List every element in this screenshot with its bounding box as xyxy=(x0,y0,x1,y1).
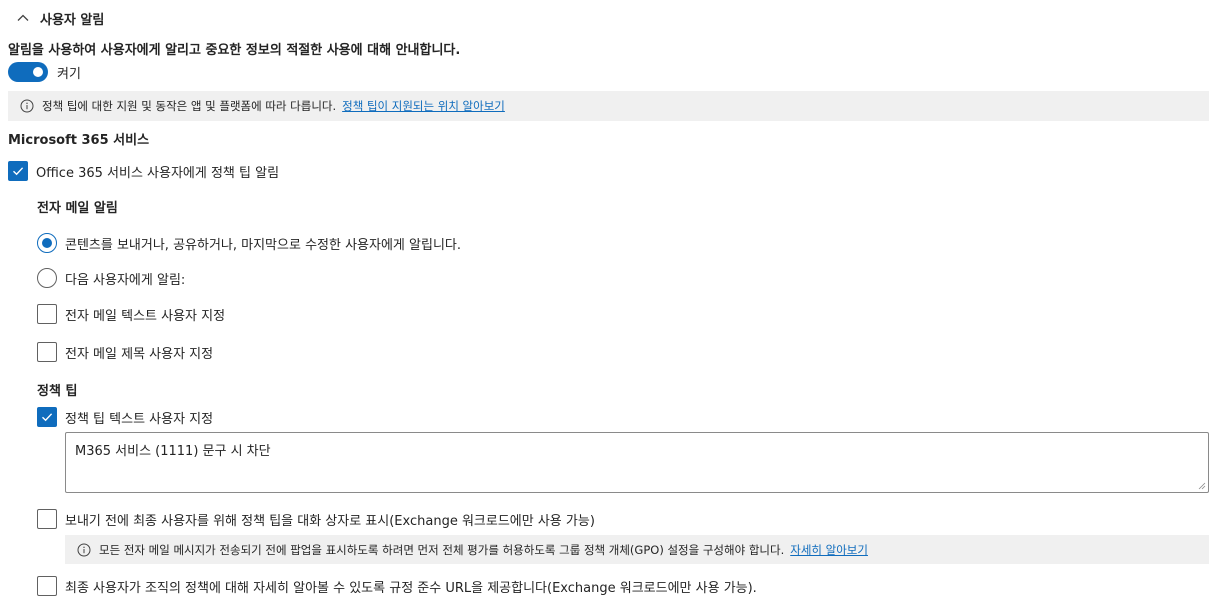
customize-email-subject-row: 전자 메일 제목 사용자 지정 xyxy=(37,342,213,362)
compliance-url-checkbox[interactable] xyxy=(37,576,57,596)
customize-email-subject-label: 전자 메일 제목 사용자 지정 xyxy=(65,346,214,362)
radio-notify-these-users-row: 다음 사용자에게 알림: xyxy=(37,268,185,288)
resize-handle-icon xyxy=(1198,482,1206,490)
info-bar-text: 정책 팁에 대한 지원 및 동작은 앱 및 플랫폼에 따라 다릅니다. xyxy=(42,99,337,113)
customize-email-text-checkbox[interactable] xyxy=(37,304,57,324)
radio-notify-modifier-label: 콘텐츠를 보내거나, 공유하거나, 마지막으로 수정한 사용자에게 알립니다. xyxy=(65,237,461,253)
notification-description: 알림을 사용하여 사용자에게 알리고 중요한 정보의 적절한 사용에 대해 안내… xyxy=(8,43,461,58)
toggle-label: 켜기 xyxy=(57,66,81,82)
notifications-toggle-row: 켜기 xyxy=(8,62,81,82)
info-icon xyxy=(20,99,34,113)
section-title: 사용자 알림 xyxy=(40,12,105,28)
info-icon xyxy=(77,543,91,557)
gpo-info-bar: 모든 전자 메일 메시지가 전송되기 전에 팝업을 표시하도록 하려면 먼저 전… xyxy=(65,535,1209,564)
gpo-info-text: 모든 전자 메일 메시지가 전송되기 전에 팝업을 표시하도록 하려면 먼저 전… xyxy=(99,542,785,557)
policy-tip-text-value: M365 서비스 (1111) 문구 시 차단 xyxy=(75,444,271,459)
section-header-user-notifications[interactable]: 사용자 알림 xyxy=(14,8,104,28)
policy-tip-text-input[interactable]: M365 서비스 (1111) 문구 시 차단 xyxy=(65,432,1209,493)
policy-tip-support-info-bar: 정책 팁에 대한 지원 및 동작은 앱 및 플랫폼에 따라 다릅니다. 정책 팁… xyxy=(8,91,1209,121)
show-policy-tip-dialog-checkbox[interactable] xyxy=(37,509,57,529)
radio-notify-modifier-row: 콘텐츠를 보내거나, 공유하거나, 마지막으로 수정한 사용자에게 알립니다. xyxy=(37,233,461,253)
show-policy-tip-dialog-label: 보내기 전에 최종 사용자를 위해 정책 팁을 대화 상자로 표시(Exchan… xyxy=(65,513,595,529)
compliance-url-label: 최종 사용자가 조직의 정책에 대해 자세히 알아볼 수 있도록 규정 준수 U… xyxy=(65,580,757,596)
m365-services-title: Microsoft 365 서비스 xyxy=(8,133,150,148)
customize-policy-tip-label: 정책 팁 텍스트 사용자 지정 xyxy=(65,411,214,427)
customize-policy-tip-row: 정책 팁 텍스트 사용자 지정 xyxy=(37,407,213,427)
learn-supported-locations-link[interactable]: 정책 팁이 지원되는 위치 알아보기 xyxy=(342,98,505,114)
notify-office365-users-checkbox[interactable] xyxy=(8,161,28,181)
compliance-url-row: 최종 사용자가 조직의 정책에 대해 자세히 알아볼 수 있도록 규정 준수 U… xyxy=(37,576,757,596)
customize-email-text-row: 전자 메일 텍스트 사용자 지정 xyxy=(37,304,225,324)
policy-tips-title: 정책 팁 xyxy=(37,384,78,399)
checkmark-icon xyxy=(13,167,24,176)
checkmark-icon xyxy=(42,413,53,422)
customize-policy-tip-checkbox[interactable] xyxy=(37,407,57,427)
notify-office365-users-label: Office 365 서비스 사용자에게 정책 팁 알림 xyxy=(36,165,280,181)
radio-notify-modifier[interactable] xyxy=(37,233,57,253)
radio-notify-these-users[interactable] xyxy=(37,268,57,288)
toggle-knob xyxy=(33,67,43,77)
customize-email-subject-checkbox[interactable] xyxy=(37,342,57,362)
learn-more-link[interactable]: 자세히 알아보기 xyxy=(790,542,868,558)
show-policy-tip-dialog-row: 보내기 전에 최종 사용자를 위해 정책 팁을 대화 상자로 표시(Exchan… xyxy=(37,509,595,529)
customize-email-text-label: 전자 메일 텍스트 사용자 지정 xyxy=(65,308,226,324)
notify-office365-users-row: Office 365 서비스 사용자에게 정책 팁 알림 xyxy=(8,161,279,181)
chevron-up-icon xyxy=(14,9,32,27)
notifications-toggle[interactable] xyxy=(8,62,48,82)
radio-notify-these-users-label: 다음 사용자에게 알림: xyxy=(65,272,186,288)
email-notifications-title: 전자 메일 알림 xyxy=(37,201,118,216)
